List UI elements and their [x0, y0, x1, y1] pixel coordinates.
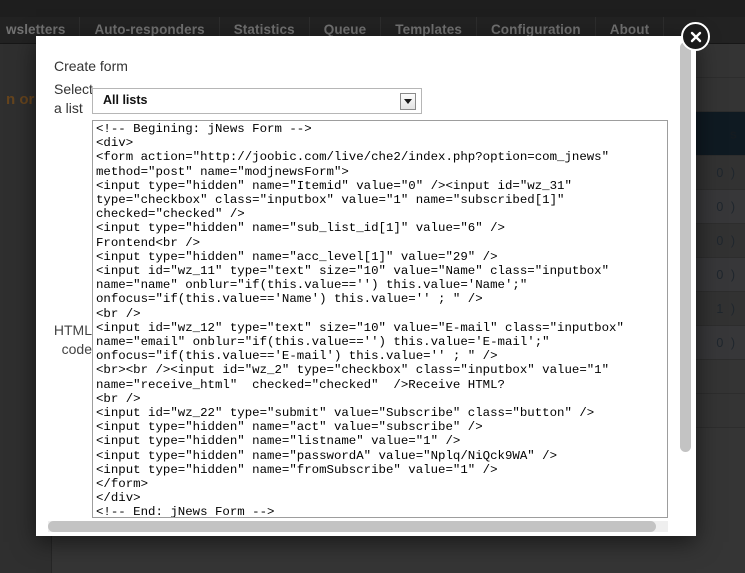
modal-vertical-scrollbar-thumb[interactable] — [680, 42, 691, 452]
list-select-dropdown[interactable]: All lists — [92, 88, 422, 114]
code-horizontal-scrollbar[interactable] — [48, 521, 668, 532]
html-code-textarea[interactable]: <!-- Begining: jNews Form --> <div> <for… — [92, 120, 668, 518]
modal-content: Create form Select a list All lists HTML… — [36, 36, 696, 536]
screen: wsletters Auto-responders Statistics Que… — [0, 0, 745, 573]
modal-title: Create form — [54, 58, 128, 74]
chevron-down-icon[interactable] — [400, 93, 416, 110]
code-horizontal-scrollbar-thumb[interactable] — [48, 521, 656, 532]
html-code-content: <!-- Begining: jNews Form --> <div> <for… — [96, 122, 624, 518]
close-icon[interactable] — [681, 22, 710, 51]
html-code-label: HTML code — [53, 322, 92, 357]
modal-vertical-scrollbar[interactable] — [679, 42, 692, 514]
create-form-modal: Create form Select a list All lists HTML… — [36, 22, 710, 536]
list-select-value: All lists — [103, 93, 148, 107]
